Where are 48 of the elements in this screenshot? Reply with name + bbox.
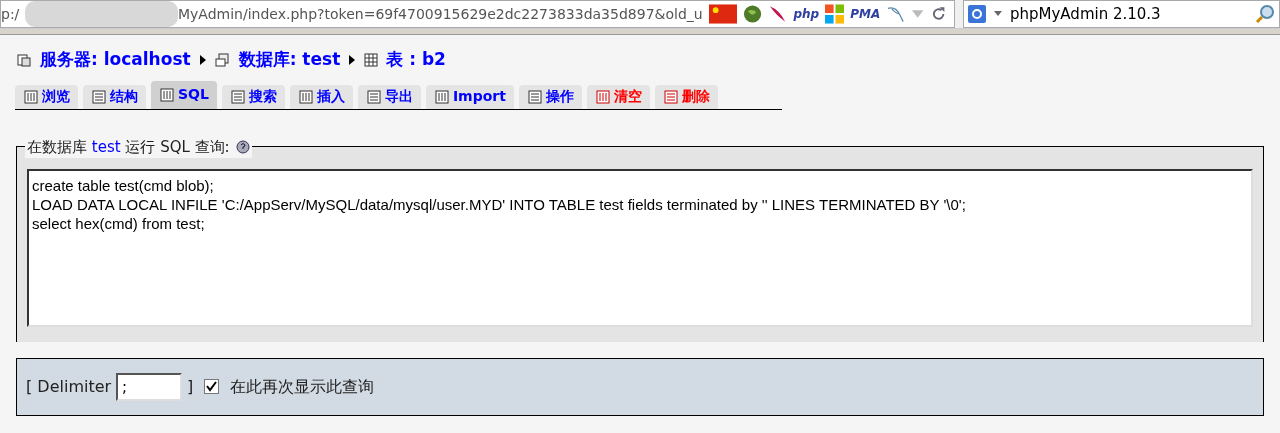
database-icon — [214, 51, 231, 68]
delimiter-field[interactable]: ; — [116, 372, 183, 401]
tab-icon — [229, 88, 246, 105]
addon-logo[interactable]: php — [793, 8, 820, 20]
breadcrumb-link[interactable]: 数据库: test — [238, 47, 341, 73]
legend-text: 在数据库 test 运行 SQL 查询: — [27, 136, 230, 158]
caret-icon[interactable] — [994, 11, 1002, 17]
tab-icon — [91, 88, 107, 105]
reload-icon[interactable] — [930, 6, 946, 22]
globe-icon[interactable] — [743, 4, 763, 24]
arrow-icon — [198, 53, 207, 66]
tab-icon — [297, 88, 314, 105]
bracket-text: ] — [187, 375, 194, 398]
tab[interactable]: 浏览 — [15, 84, 78, 109]
tab[interactable]: SQL — [151, 80, 217, 109]
windows-icon[interactable] — [825, 4, 845, 24]
breadcrumb-link[interactable]: 表 : b2 — [386, 47, 446, 73]
server-icon — [16, 51, 32, 68]
url-text: MyAdmin/index.php?token=69f4700915629e2dc2273833da35d897&old_u — [177, 4, 703, 24]
checkbox[interactable] — [204, 379, 220, 394]
table-icon — [364, 52, 379, 67]
tab-icon — [526, 88, 543, 105]
tab-icon — [23, 88, 39, 105]
flag-icon[interactable] — [708, 4, 738, 24]
sql-query-field[interactable]: create table test(cmd blob); LOAD DATA LOCAL INFILE 'C:/AppServ/MySQL/data/mysql/user.MYD' INTO TABLE test fields terminated by '' LINES TERMINATED BY '\0'; select hex(cmd) from test; — [27, 168, 1253, 327]
search-text: phpMyAdmin 2.10.3 — [1010, 3, 1162, 25]
arrow-icon — [348, 53, 357, 66]
tab[interactable]: 操作 — [518, 84, 582, 109]
tab-icon — [159, 86, 175, 103]
tab-icon — [662, 88, 679, 105]
tab-icon — [365, 88, 382, 105]
tab[interactable]: 搜索 — [221, 84, 285, 109]
tab-icon — [594, 88, 611, 105]
addon-logo[interactable]: PMA — [850, 8, 881, 20]
tab[interactable]: Import — [425, 84, 514, 109]
url-text: p:/ — [1, 4, 20, 24]
tab[interactable]: 结构 — [83, 84, 146, 109]
help-icon[interactable] — [235, 139, 250, 154]
breadcrumb-link[interactable]: 服务器: localhost — [40, 47, 191, 73]
address-bar[interactable]: p:/ MyAdmin/index.php?token=69f4700915629e2dc2273833da35d897&old_u php PMA — [0, 0, 955, 28]
tab-icon — [433, 88, 450, 105]
dolphin-icon[interactable] — [886, 4, 906, 24]
checkbox-label: 在此再次显示此查询 — [230, 375, 375, 398]
tab[interactable]: 插入 — [289, 84, 353, 109]
search-icon[interactable] — [1255, 4, 1275, 24]
delimiter-label: [ Delimiter — [26, 375, 112, 398]
search-field[interactable]: phpMyAdmin 2.10.3 — [963, 0, 1280, 28]
tab[interactable]: 导出 — [357, 84, 421, 109]
